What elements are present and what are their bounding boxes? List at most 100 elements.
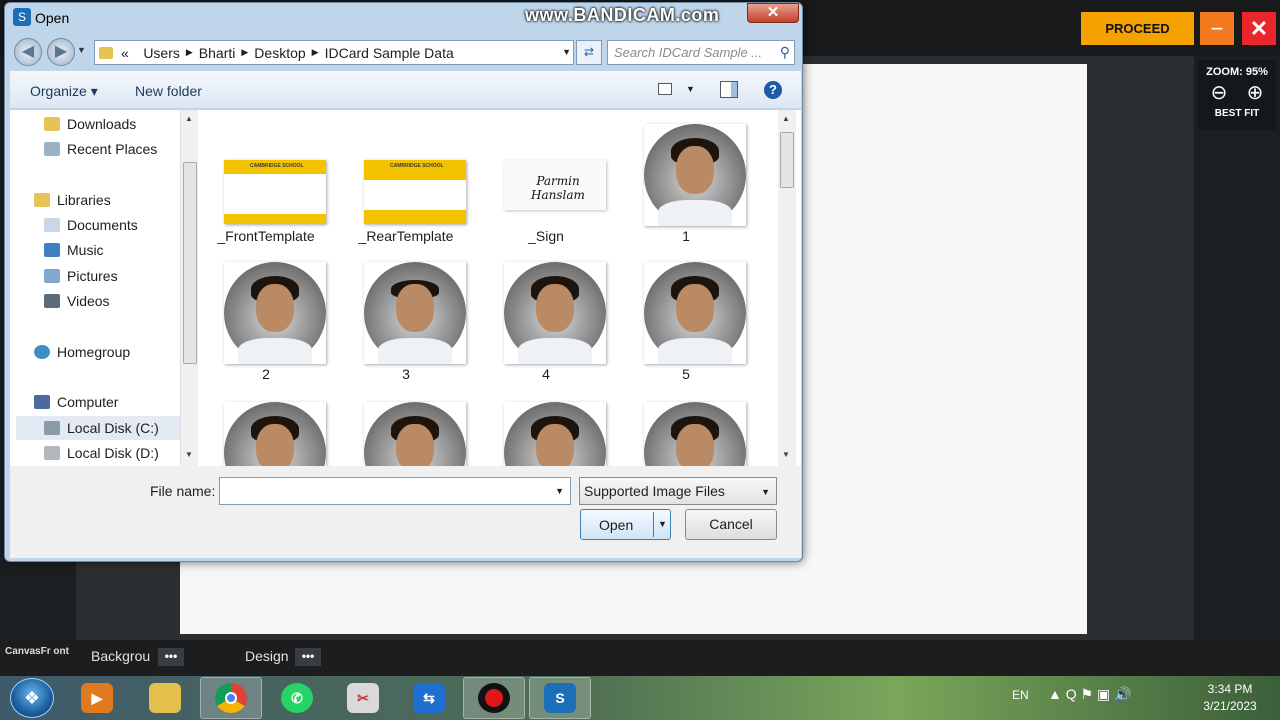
file-name-dropdown-icon[interactable]: ▼ xyxy=(555,486,564,496)
recent-places-icon xyxy=(44,142,60,156)
view-dropdown-icon[interactable]: ▼ xyxy=(686,84,695,94)
music-icon xyxy=(44,243,60,257)
cancel-button[interactable]: Cancel xyxy=(685,509,777,540)
taskbar-whatsapp[interactable]: ✆ xyxy=(266,677,328,719)
file-item-3[interactable]: 3 xyxy=(346,248,466,388)
breadcrumb-idcard-sample-data[interactable]: IDCard Sample Data xyxy=(325,45,454,61)
file-item-7[interactable] xyxy=(346,386,466,466)
dialog-close-button[interactable]: ✕ xyxy=(747,3,799,23)
taskbar-chrome[interactable] xyxy=(200,677,262,719)
sidebar-item-computer[interactable]: Computer xyxy=(34,390,118,414)
taskbar-bandicam[interactable] xyxy=(463,677,525,719)
sidebar-item-libraries[interactable]: Libraries xyxy=(34,188,111,212)
breadcrumb-desktop[interactable]: Desktop xyxy=(254,45,305,61)
language-indicator[interactable]: EN xyxy=(1012,688,1029,702)
chevron-right-icon[interactable]: ▶ xyxy=(312,47,319,58)
chevron-right-icon[interactable]: ▶ xyxy=(186,47,193,58)
minimize-button[interactable]: − xyxy=(1200,12,1234,45)
downloads-icon xyxy=(44,117,60,131)
file-item-2[interactable]: 2 xyxy=(206,248,326,388)
address-overflow[interactable]: « xyxy=(121,45,129,61)
sidebar-item-pictures[interactable]: Pictures xyxy=(44,264,118,288)
new-folder-button[interactable]: New folder xyxy=(135,83,202,99)
homegroup-icon xyxy=(34,345,50,359)
folder-icon xyxy=(99,46,113,59)
forward-arrow-icon[interactable]: ▶ xyxy=(47,38,75,66)
file-list-scrollbar[interactable]: ▲ ▼ xyxy=(778,110,796,466)
recent-locations-chevron-icon[interactable]: ▼ xyxy=(77,45,86,55)
start-button[interactable]: ❖ xyxy=(10,678,54,718)
dialog-title: Open xyxy=(35,10,70,26)
file-name-input[interactable]: ▼ xyxy=(219,477,571,505)
breadcrumb-bharti[interactable]: Bharti xyxy=(199,45,236,61)
zoom-out-icon[interactable]: ⊖ xyxy=(1207,82,1231,104)
file-item-1[interactable]: 1 xyxy=(626,110,746,250)
scroll-down-icon[interactable]: ▼ xyxy=(782,450,790,459)
refresh-icon[interactable]: ⇄ xyxy=(576,40,602,65)
back-arrow-icon[interactable]: ◀ xyxy=(14,38,42,66)
file-item-front-template[interactable]: CAMBRIDGE SCHOOL _FrontTemplate xyxy=(206,110,326,250)
file-item-9[interactable] xyxy=(626,386,746,466)
sidebar-item-music[interactable]: Music xyxy=(44,238,104,262)
scroll-up-icon[interactable]: ▲ xyxy=(185,114,193,123)
sidebar-item-recent-places[interactable]: Recent Places xyxy=(44,137,157,161)
sidebar-item-videos[interactable]: Videos xyxy=(44,289,110,313)
card-school-name: CAMBRIDGE SCHOOL xyxy=(250,163,304,169)
address-dropdown-icon[interactable]: ▼ xyxy=(562,47,571,57)
help-icon[interactable]: ? xyxy=(764,81,782,99)
sidebar-item-documents[interactable]: Documents xyxy=(44,213,138,237)
clock-time: 3:34 PM xyxy=(1207,682,1253,696)
clock[interactable]: 3:34 PM 3/21/2023 xyxy=(1190,681,1270,715)
preview-pane-icon[interactable] xyxy=(720,81,738,98)
system-tray-icons[interactable]: ▲ Q ⚑ ▣ 🔊 xyxy=(1048,686,1132,703)
chevron-right-icon[interactable]: ▶ xyxy=(241,47,248,58)
search-input[interactable]: Search IDCard Sample ... ⚲ xyxy=(607,40,795,65)
sidebar-item-homegroup[interactable]: Homegroup xyxy=(34,340,130,364)
documents-icon xyxy=(44,218,60,232)
sidebar-item-downloads[interactable]: Downloads xyxy=(44,112,136,136)
breadcrumb-users[interactable]: Users xyxy=(143,45,180,61)
file-item-6[interactable] xyxy=(206,386,326,466)
tab-background[interactable]: Backgrou xyxy=(91,648,150,664)
scroll-down-icon[interactable]: ▼ xyxy=(185,450,193,459)
file-item-rear-template[interactable]: CAMBRIDGE SCHOOL _RearTemplate xyxy=(346,110,466,250)
taskbar-paint[interactable]: ✂ xyxy=(332,677,394,719)
sidebar-item-local-disk-c[interactable]: Local Disk (C:) xyxy=(16,416,180,440)
address-bar[interactable]: « Users ▶ Bharti ▶ Desktop ▶ IDCard Sample … xyxy=(94,40,574,65)
file-label: _Sign xyxy=(528,228,564,244)
file-type-select[interactable]: Supported Image Files ▼ xyxy=(579,477,777,505)
photo-thumbnail xyxy=(644,262,746,364)
sidebar-item-label: Pictures xyxy=(67,268,118,284)
file-item-5[interactable]: 5 xyxy=(626,248,746,388)
canvas-front-tab[interactable]: CanvasFr ont xyxy=(4,646,70,657)
organize-button[interactable]: Organize ▾ xyxy=(30,83,98,100)
scroll-thumb[interactable] xyxy=(183,162,197,364)
file-item-4[interactable]: 4 xyxy=(486,248,606,388)
proceed-button[interactable]: PROCEED xyxy=(1081,12,1194,45)
open-options-dropdown-icon[interactable]: ▼ xyxy=(658,519,667,529)
taskbar-media-player[interactable]: ▶ xyxy=(66,677,128,719)
sidebar-item-local-disk-d[interactable]: Local Disk (D:) xyxy=(44,441,159,465)
taskbar-explorer[interactable] xyxy=(134,677,196,719)
taskbar-teamviewer[interactable]: ⇆ xyxy=(398,677,460,719)
zoom-in-icon[interactable]: ⊕ xyxy=(1243,82,1267,104)
sidebar-item-label: Videos xyxy=(67,293,110,309)
taskbar-idcard-app[interactable]: S xyxy=(529,677,591,719)
file-item-sign[interactable]: Parmin Hanslam _Sign xyxy=(486,110,606,250)
taskbar: ❖ ▶ ✆ ✂ ⇆ S EN ▲ Q ⚑ ▣ 🔊 3:34 PM 3/21/20… xyxy=(0,676,1280,720)
navigation-scrollbar[interactable]: ▲ ▼ xyxy=(180,110,198,466)
zoom-panel: ZOOM: 95% ⊖ ⊕ BEST FIT xyxy=(1198,60,1276,130)
change-view-icon[interactable] xyxy=(658,83,672,95)
scroll-thumb[interactable] xyxy=(780,132,794,188)
chevron-down-icon[interactable]: ▼ xyxy=(761,487,770,497)
best-fit-button[interactable]: BEST FIT xyxy=(1198,108,1276,119)
open-button[interactable]: Open ▼ xyxy=(580,509,671,540)
tab-design[interactable]: Design xyxy=(245,648,289,664)
background-more-button[interactable]: ••• xyxy=(158,648,184,666)
close-app-button[interactable]: ✕ xyxy=(1242,12,1276,45)
scroll-up-icon[interactable]: ▲ xyxy=(782,114,790,123)
design-more-button[interactable]: ••• xyxy=(295,648,321,666)
file-item-8[interactable] xyxy=(486,386,606,466)
search-icon[interactable]: ⚲ xyxy=(780,44,790,61)
open-file-dialog: S Open www.BANDICAM.com ✕ ◀ ▶ ▼ « Users ▶… xyxy=(4,2,803,562)
